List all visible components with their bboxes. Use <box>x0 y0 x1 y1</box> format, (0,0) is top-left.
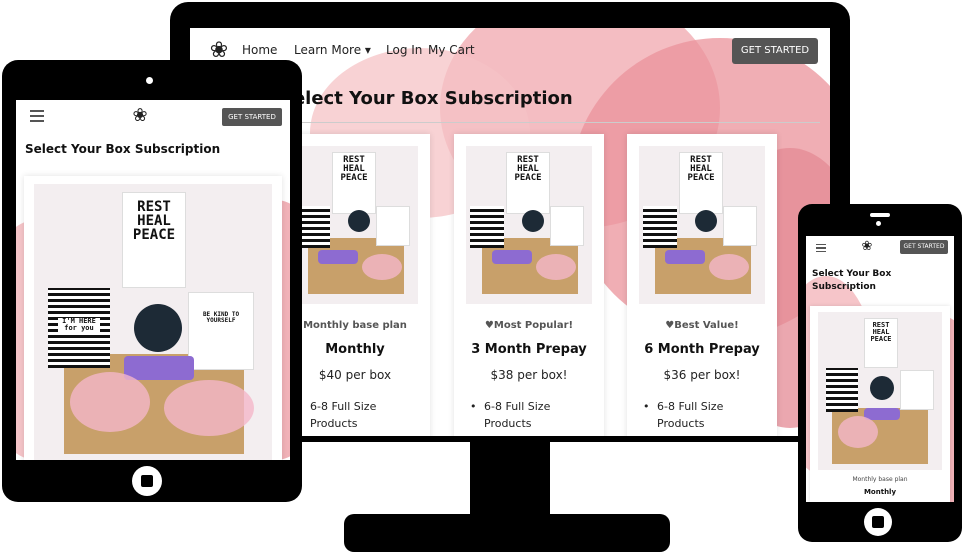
hamburger-menu-icon[interactable] <box>30 110 44 122</box>
plan-price: $36 per box! <box>663 368 741 382</box>
purple-item <box>492 250 532 264</box>
product-box-image: REST HEAL PEACE <box>818 312 942 470</box>
candle-lid <box>870 376 894 400</box>
nav-learn-more-dropdown[interactable]: Learn More ▾ <box>294 43 371 57</box>
plan-feature: 6-8 Full Size Products <box>643 398 767 432</box>
plan-tag: Monthly base plan <box>303 320 407 331</box>
purple-item <box>665 250 705 264</box>
hamburger-menu-icon[interactable] <box>816 244 826 252</box>
monitor-stand-neck <box>470 440 550 520</box>
candle-lid <box>134 304 182 352</box>
candle-lid <box>522 210 544 232</box>
note-card <box>900 370 934 410</box>
plan-card[interactable]: REST HEAL PEACE Monthly base plan Monthl… <box>810 306 950 502</box>
tablet-home-button[interactable] <box>132 466 162 496</box>
candle-lid <box>348 210 370 232</box>
product-box-image: REST HEAL PEACE <box>466 146 592 304</box>
pink-tissue <box>709 254 749 280</box>
plan-name: Monthly <box>325 342 385 357</box>
board-text: REST HEAL PEACE <box>870 321 892 343</box>
tablet-camera <box>146 77 153 84</box>
tablet-device: ❀ GET STARTED Select Your Box Subscripti… <box>2 60 302 502</box>
stripe-card-text: I'M HERE for you <box>58 318 100 332</box>
phone-device: ❀ GET STARTED Select Your Box Subscripti… <box>798 204 962 542</box>
pink-tissue <box>536 254 576 280</box>
purple-item <box>124 356 194 380</box>
plan-price: $38 per box! <box>490 368 568 382</box>
phone-screen: ❀ GET STARTED Select Your Box Subscripti… <box>806 236 954 502</box>
get-started-button[interactable]: GET STARTED <box>732 38 818 64</box>
plan-feature: 6-8 Full Size Products <box>470 398 594 432</box>
pink-tissue <box>70 372 150 432</box>
phone-home-button[interactable] <box>864 508 892 536</box>
note-card <box>188 292 254 370</box>
divider <box>280 122 820 123</box>
get-started-button[interactable]: GET STARTED <box>900 240 948 254</box>
plan-name: 3 Month Prepay <box>471 342 587 357</box>
flower-pot-logo-icon[interactable]: ❀ <box>858 238 876 256</box>
phone-speaker <box>870 213 890 217</box>
plan-tag: ♥Best Value! <box>665 320 739 331</box>
nav-cart-link[interactable]: My Cart <box>428 43 475 57</box>
product-box-image: REST HEAL PEACE <box>292 146 418 304</box>
flower-pot-logo-icon[interactable]: ❀ <box>128 104 152 128</box>
note-card <box>376 206 410 246</box>
plan-card[interactable]: REST HEAL PEACE I'M HERE for you BE KIND… <box>24 176 282 460</box>
responsive-device-mockup: ❀ Home Learn More ▾ Log In My Cart GET S… <box>0 0 964 556</box>
tablet-screen: ❀ GET STARTED Select Your Box Subscripti… <box>16 100 290 460</box>
note-card-text: BE KIND TO YOURSELF <box>202 311 240 324</box>
nav-home-link[interactable]: Home <box>242 43 277 57</box>
striped-card <box>643 206 677 248</box>
plan-tag: ♥Most Popular! <box>484 320 574 331</box>
purple-item <box>318 250 358 264</box>
pink-tissue <box>838 416 878 448</box>
plan-tag: Monthly base plan <box>852 476 908 483</box>
monitor-stand-base <box>344 514 670 552</box>
page-title: Select Your Box Subscription <box>25 142 221 156</box>
product-box-image: REST HEAL PEACE I'M HERE for you BE KIND… <box>34 184 272 460</box>
plan-price: $40 per box <box>318 368 392 382</box>
plan-name: 6 Month Prepay <box>644 342 760 357</box>
note-card <box>723 206 757 246</box>
plan-card-3-month[interactable]: REST HEAL PEACE ♥Most Popular! 3 Month P… <box>454 134 604 436</box>
phone-camera <box>876 221 881 226</box>
note-card <box>550 206 584 246</box>
get-started-button[interactable]: GET STARTED <box>222 108 282 126</box>
board-text: REST HEAL PEACE <box>687 155 715 183</box>
candle-lid <box>695 210 717 232</box>
plan-feature: 6-8 Full Size Products <box>296 398 420 432</box>
page-title: Select Your Box Subscription <box>812 269 892 292</box>
striped-card <box>470 206 504 248</box>
plan-card-6-month[interactable]: REST HEAL PEACE ♥Best Value! 6 Month Pre… <box>627 134 777 436</box>
plan-card-monthly[interactable]: REST HEAL PEACE Monthly base plan Monthl… <box>280 134 430 436</box>
board-text: REST HEAL PEACE <box>132 199 176 243</box>
product-box-image: REST HEAL PEACE <box>639 146 765 304</box>
striped-card <box>826 368 858 412</box>
pink-tissue <box>362 254 402 280</box>
nav-login-link[interactable]: Log In <box>386 43 422 57</box>
page-title: Select Your Box Subscription <box>280 88 573 109</box>
plan-name: Monthly <box>863 488 897 496</box>
board-text: REST HEAL PEACE <box>514 155 542 183</box>
pink-tissue <box>164 380 254 436</box>
board-text: REST HEAL PEACE <box>340 155 368 183</box>
